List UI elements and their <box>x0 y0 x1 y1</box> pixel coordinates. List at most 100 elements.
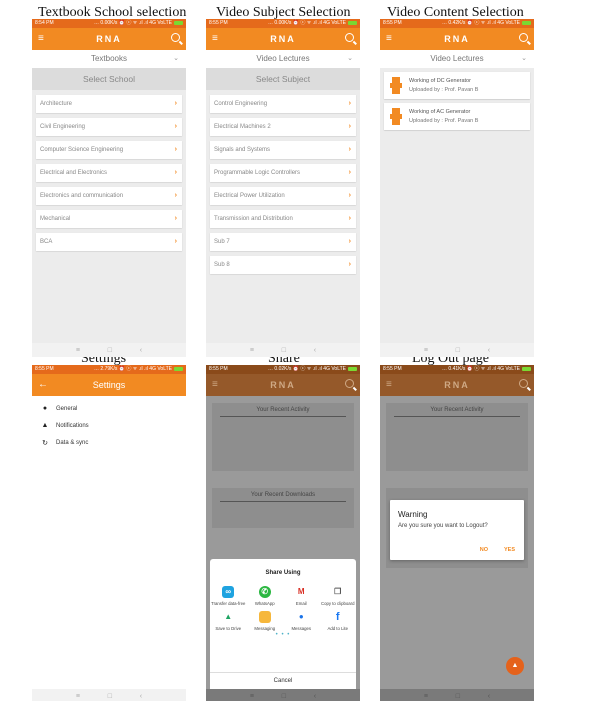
status-icons: … 0.00K/s ⏰ ⓒ ᯤ .ıl .ıl 4G VoLTE <box>94 20 172 26</box>
status-bar: 8:55 PM … 0.41K/s ⏰ ⓒ ᯤ .ıl .ıl 4G VoLTE <box>380 365 534 374</box>
recents-nav-icon[interactable]: ≡ <box>250 347 254 354</box>
recents-nav-icon[interactable]: ≡ <box>424 347 428 354</box>
share-option-email[interactable]: M Email <box>283 586 320 606</box>
search-icon[interactable] <box>171 33 180 42</box>
list-item-subject[interactable]: Programmable Logic Controllers › <box>210 164 356 182</box>
share-app-grid: ∞ Transfer data-free ✆ WhatsApp M Email … <box>210 586 356 631</box>
list-item-label: Electrical Machines 2 <box>214 124 271 130</box>
back-nav-icon[interactable]: ‹ <box>314 347 316 354</box>
recent-downloads-card: Your Recent Downloads <box>212 488 354 528</box>
share-sheet: Share Using ∞ Transfer data-free ✆ Whats… <box>210 559 356 689</box>
dropdown-value: Video Lectures <box>430 54 484 63</box>
share-app-label: Save to Drive <box>215 626 242 631</box>
status-time: 8:55 PM <box>35 366 54 372</box>
status-time: 8:55 PM <box>209 366 228 372</box>
chevron-right-icon: › <box>174 238 177 245</box>
share-option-whatsapp[interactable]: ✆ WhatsApp <box>247 586 284 606</box>
video-uploader: Uploaded by : Prof. Pavan B <box>409 87 479 93</box>
list-item-mechanical[interactable]: Mechanical › <box>36 210 182 228</box>
page-indicator: • • • <box>275 632 291 638</box>
settings-label: Data & sync <box>56 439 89 446</box>
system-nav-bar: ≡ □ ‹ <box>380 689 534 701</box>
list-item-label: Transmission and Distribution <box>214 216 293 222</box>
video-card[interactable]: Working of DC Generator Uploaded by : Pr… <box>384 72 530 99</box>
phone-share: 8:55 PM … 0.02K/s ⏰ ⓒ ᯤ .ıl .ıl 4G VoLTE… <box>206 365 360 701</box>
divider <box>220 416 346 417</box>
share-option-copy[interactable]: ❐ Copy to clipboard <box>320 586 357 606</box>
search-icon[interactable] <box>345 379 354 388</box>
search-icon[interactable] <box>345 33 354 42</box>
back-nav-icon[interactable]: ‹ <box>140 693 142 700</box>
video-title: Working of DC Generator <box>409 78 471 84</box>
recents-nav-icon[interactable]: ≡ <box>76 347 80 354</box>
search-icon[interactable] <box>519 33 528 42</box>
list-item-label: Computer Science Engineering <box>40 147 124 153</box>
list-item-label: Civil Engineering <box>40 124 86 130</box>
search-icon[interactable] <box>519 379 528 388</box>
settings-row-notifications[interactable]: ▲ Notifications <box>32 417 186 434</box>
battery-icon <box>348 366 357 371</box>
list-item-subject[interactable]: Signals and Systems › <box>210 141 356 159</box>
cancel-button[interactable]: Cancel <box>210 672 356 689</box>
recents-nav-icon[interactable]: ≡ <box>424 693 428 700</box>
home-nav-icon[interactable]: □ <box>456 693 460 700</box>
share-option-messaging[interactable]: Messaging <box>247 611 284 631</box>
status-time: 8:55 PM <box>209 20 228 26</box>
home-nav-icon[interactable]: □ <box>456 347 460 354</box>
list-item-architecture[interactable]: Architecture › <box>36 95 182 113</box>
app-title: RNA <box>270 34 296 44</box>
category-dropdown[interactable]: Video Lectures ⌄ <box>206 50 360 68</box>
list-item-subject[interactable]: Sub 7 › <box>210 233 356 251</box>
back-nav-icon[interactable]: ‹ <box>488 693 490 700</box>
dropdown-value: Video Lectures <box>256 54 310 63</box>
battery-icon <box>348 20 357 25</box>
list-item-subject[interactable]: Transmission and Distribution › <box>210 210 356 228</box>
status-icons: … 2.79K/s ⏰ ⓒ ᯤ .ıl .ıl 4G VoLTE <box>94 366 172 372</box>
notification-fab[interactable]: ▲ <box>506 657 524 675</box>
share-option-messages[interactable]: ● Messages <box>283 611 320 631</box>
section-header: Select School <box>32 68 186 90</box>
list-item-ece[interactable]: Electronics and communication › <box>36 187 182 205</box>
list-item-civil[interactable]: Civil Engineering › <box>36 118 182 136</box>
home-nav-icon[interactable]: □ <box>108 347 112 354</box>
app-title: RNA <box>444 34 470 44</box>
home-nav-icon[interactable]: □ <box>282 347 286 354</box>
chevron-right-icon: › <box>348 146 351 153</box>
back-nav-icon[interactable]: ‹ <box>140 347 142 354</box>
back-nav-icon[interactable]: ‹ <box>488 347 490 354</box>
chevron-right-icon: › <box>348 261 351 268</box>
no-button[interactable]: NO <box>480 547 488 553</box>
category-dropdown[interactable]: Textbooks ⌄ <box>32 50 186 68</box>
messaging-icon <box>258 611 271 623</box>
video-title: Working of AC Generator <box>409 109 471 115</box>
settings-row-general[interactable]: ● General <box>32 400 186 417</box>
settings-row-data-sync[interactable]: ↻ Data & sync <box>32 434 186 451</box>
list-item-label: Electrical and Electronics <box>40 170 108 176</box>
status-icons: … 0.42K/s ⏰ ⓒ ᯤ .ıl .ıl 4G VoLTE <box>442 20 520 26</box>
list-item-bca[interactable]: BCA › <box>36 233 182 251</box>
battery-icon <box>522 20 531 25</box>
chevron-right-icon: › <box>174 215 177 222</box>
video-card[interactable]: Working of AC Generator Uploaded by : Pr… <box>384 103 530 130</box>
list-item-label: Mechanical <box>40 216 71 222</box>
home-nav-icon[interactable]: □ <box>108 693 112 700</box>
list-item-cse[interactable]: Computer Science Engineering › <box>36 141 182 159</box>
share-option-transfer[interactable]: ∞ Transfer data-free <box>210 586 247 606</box>
copy-icon: ❐ <box>334 587 342 596</box>
status-icons: … 0.41K/s ⏰ ⓒ ᯤ .ıl .ıl 4G VoLTE <box>442 366 520 372</box>
list-item-eee[interactable]: Electrical and Electronics › <box>36 164 182 182</box>
share-option-facebook-lite[interactable]: f Add to Lite <box>320 611 357 631</box>
back-nav-icon[interactable]: ‹ <box>314 693 316 700</box>
share-app-label: Email <box>295 601 307 606</box>
share-option-drive[interactable]: ▲ Save to Drive <box>210 611 247 631</box>
yes-button[interactable]: YES <box>504 547 515 553</box>
recents-nav-icon[interactable]: ≡ <box>250 693 254 700</box>
list-item-subject[interactable]: Control Engineering › <box>210 95 356 113</box>
category-dropdown[interactable]: Video Lectures ⌄ <box>380 50 534 68</box>
list-item-subject[interactable]: Electrical Machines 2 › <box>210 118 356 136</box>
recents-nav-icon[interactable]: ≡ <box>76 693 80 700</box>
list-item-subject[interactable]: Electrical Power Utilization › <box>210 187 356 205</box>
home-nav-icon[interactable]: □ <box>282 693 286 700</box>
list-item-subject[interactable]: Sub 8 › <box>210 256 356 274</box>
list-item-label: Architecture <box>40 101 73 107</box>
